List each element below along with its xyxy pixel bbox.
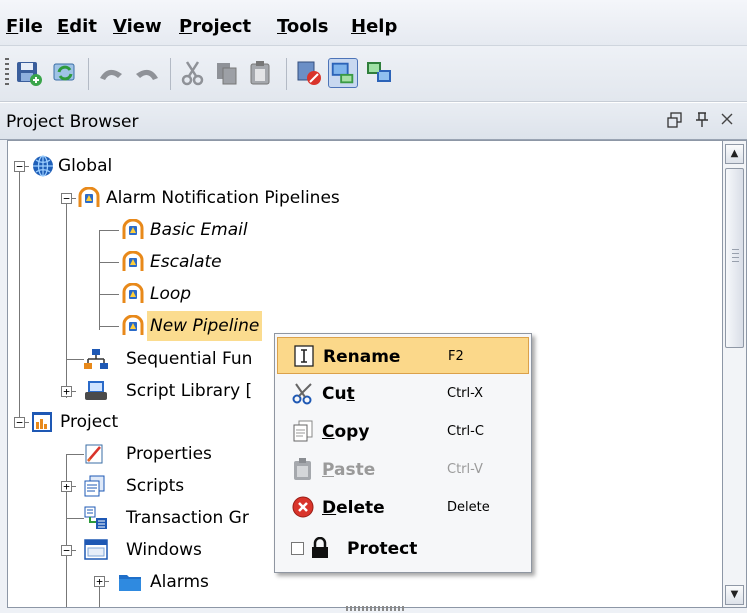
scripts-icon xyxy=(84,475,105,497)
disconnect-icon[interactable] xyxy=(294,58,324,88)
globe-icon xyxy=(33,155,53,177)
delete-icon xyxy=(292,496,314,518)
redo-icon[interactable] xyxy=(132,58,162,88)
collapse-toggle-alarm-pipelines[interactable]: − xyxy=(61,193,72,204)
menu-file[interactable]: File xyxy=(6,16,43,37)
pipeline-icon xyxy=(122,283,144,303)
scroll-thumb[interactable] xyxy=(725,168,744,348)
expand-toggle-script-library[interactable]: + xyxy=(61,386,72,397)
menu-view[interactable]: View xyxy=(113,16,162,37)
refresh-icon[interactable] xyxy=(50,58,80,88)
rename-icon xyxy=(294,345,314,367)
collapse-toggle-global[interactable]: − xyxy=(14,161,25,172)
menu-project[interactable]: Project xyxy=(179,16,251,37)
context-menu-paste[interactable]: Paste Ctrl-V xyxy=(277,451,529,488)
folder-icon xyxy=(119,575,141,591)
context-menu-cut[interactable]: Cut Ctrl-X xyxy=(277,375,529,412)
scroll-down-button[interactable]: ▼ xyxy=(725,585,744,605)
close-icon[interactable] xyxy=(720,111,734,130)
context-menu-rename[interactable]: Rename F2 xyxy=(277,337,529,374)
menu-tools[interactable]: Tools xyxy=(277,16,329,37)
collapse-toggle-project[interactable]: − xyxy=(14,417,25,428)
pipeline-icon xyxy=(122,251,144,271)
context-menu-protect[interactable]: Protect xyxy=(277,530,529,567)
scissors-icon xyxy=(292,383,312,405)
toolbar-separator xyxy=(286,58,287,90)
copy-icon xyxy=(293,420,313,442)
cut-icon[interactable] xyxy=(178,58,208,88)
vertical-scrollbar[interactable]: ▲ ▼ xyxy=(723,140,747,608)
toolbar-grip[interactable] xyxy=(5,58,9,88)
lock-icon xyxy=(312,537,328,558)
paste-icon xyxy=(294,458,311,480)
pipeline-icon xyxy=(122,315,144,335)
copy-icon[interactable] xyxy=(212,58,242,88)
pipeline-icon xyxy=(78,187,100,207)
context-menu: Rename F2 Cut Ctrl-X Copy Ctrl-C Paste C… xyxy=(274,333,532,573)
pin-icon[interactable] xyxy=(694,111,710,133)
scroll-up-button[interactable]: ▲ xyxy=(725,144,744,164)
context-menu-copy[interactable]: Copy Ctrl-C xyxy=(277,413,529,450)
windows-icon xyxy=(84,539,108,560)
save-icon[interactable] xyxy=(14,58,44,88)
restore-icon[interactable] xyxy=(666,111,684,133)
project-browser-header: Project Browser xyxy=(0,102,747,140)
collapse-toggle-windows[interactable]: − xyxy=(61,545,72,556)
menu-bar: File Edit View Project Tools Help xyxy=(0,0,747,46)
computer-icon[interactable] xyxy=(328,58,358,88)
expand-toggle-alarms[interactable]: + xyxy=(94,576,105,587)
resize-grip[interactable] xyxy=(346,606,406,611)
paste-icon[interactable] xyxy=(246,58,276,88)
toolbar xyxy=(0,46,747,102)
expand-toggle-scripts[interactable]: + xyxy=(61,481,72,492)
pipeline-icon xyxy=(122,219,144,239)
properties-icon xyxy=(85,444,103,464)
network-icon[interactable] xyxy=(364,58,394,88)
panel-title: Project Browser xyxy=(6,112,139,132)
sfc-icon xyxy=(84,349,108,369)
context-menu-delete[interactable]: Delete Delete xyxy=(277,489,529,526)
transaction-groups-icon xyxy=(84,506,107,529)
toolbar-separator xyxy=(170,58,171,90)
menu-edit[interactable]: Edit xyxy=(57,16,97,37)
script-library-icon xyxy=(85,381,107,400)
protect-checkbox[interactable] xyxy=(291,542,304,555)
menu-help[interactable]: Help xyxy=(351,16,397,37)
project-icon xyxy=(32,412,52,432)
toolbar-separator xyxy=(88,58,89,90)
undo-icon[interactable] xyxy=(96,58,126,88)
